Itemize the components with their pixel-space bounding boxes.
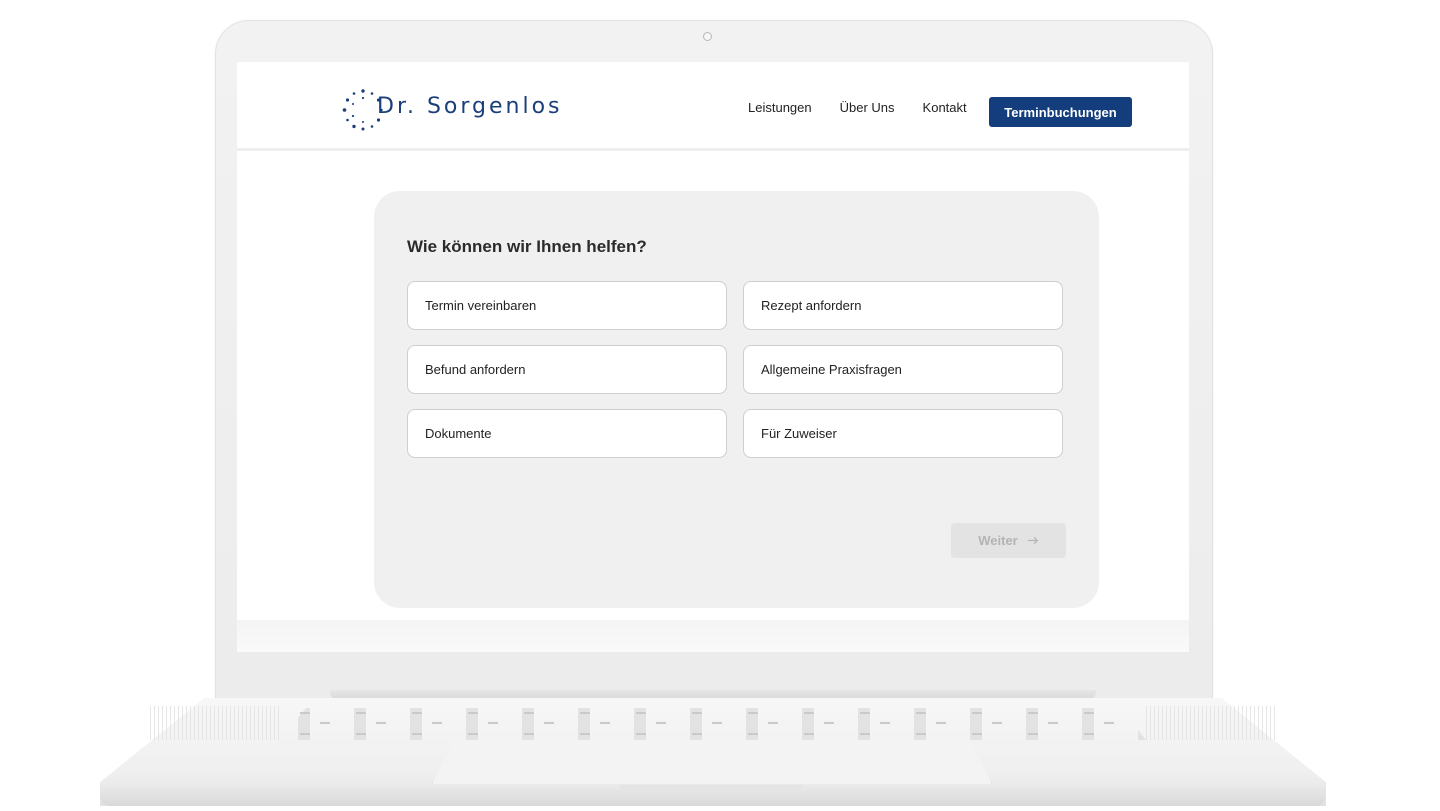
page-footer-band — [237, 620, 1189, 652]
terminbuchungen-button[interactable]: Terminbuchungen — [989, 97, 1132, 127]
option-termin-vereinbaren[interactable]: Termin vereinbaren — [407, 281, 727, 330]
help-form-card: Wie können wir Ihnen helfen? Termin vere… — [374, 191, 1099, 608]
speaker-grille-left — [150, 706, 280, 740]
keyboard-row — [300, 712, 1126, 714]
weiter-label: Weiter — [978, 533, 1018, 548]
trackpad — [432, 740, 992, 784]
brand-name: Dr. Sorgenlos — [377, 94, 563, 119]
nav-item-kontakt[interactable]: Kontakt — [923, 100, 967, 115]
weiter-button[interactable]: Weiter — [951, 523, 1066, 558]
speaker-grille-right — [1146, 706, 1276, 740]
nav-item-ueber-uns[interactable]: Über Uns — [840, 100, 895, 115]
main-nav: Leistungen Über Uns Kontakt — [748, 100, 995, 115]
laptop-notch — [620, 785, 802, 793]
option-rezept-anfordern[interactable]: Rezept anfordern — [743, 281, 1063, 330]
site-header: Dr. Sorgenlos Leistungen Über Uns Kontak… — [237, 62, 1189, 151]
keyboard-row — [320, 722, 1146, 724]
camera-icon — [703, 32, 712, 41]
option-allgemeine-praxisfragen[interactable]: Allgemeine Praxisfragen — [743, 345, 1063, 394]
form-question: Wie können wir Ihnen helfen? — [407, 237, 647, 256]
keyboard-row — [300, 733, 1126, 735]
option-dokumente[interactable]: Dokumente — [407, 409, 727, 458]
nav-item-leistungen[interactable]: Leistungen — [748, 100, 812, 115]
screen: Dr. Sorgenlos Leistungen Über Uns Kontak… — [237, 62, 1189, 652]
option-befund-anfordern[interactable]: Befund anfordern — [407, 345, 727, 394]
arrow-right-icon — [1027, 536, 1038, 545]
option-fuer-zuweiser[interactable]: Für Zuweiser — [743, 409, 1063, 458]
logo[interactable]: Dr. Sorgenlos — [341, 88, 560, 132]
